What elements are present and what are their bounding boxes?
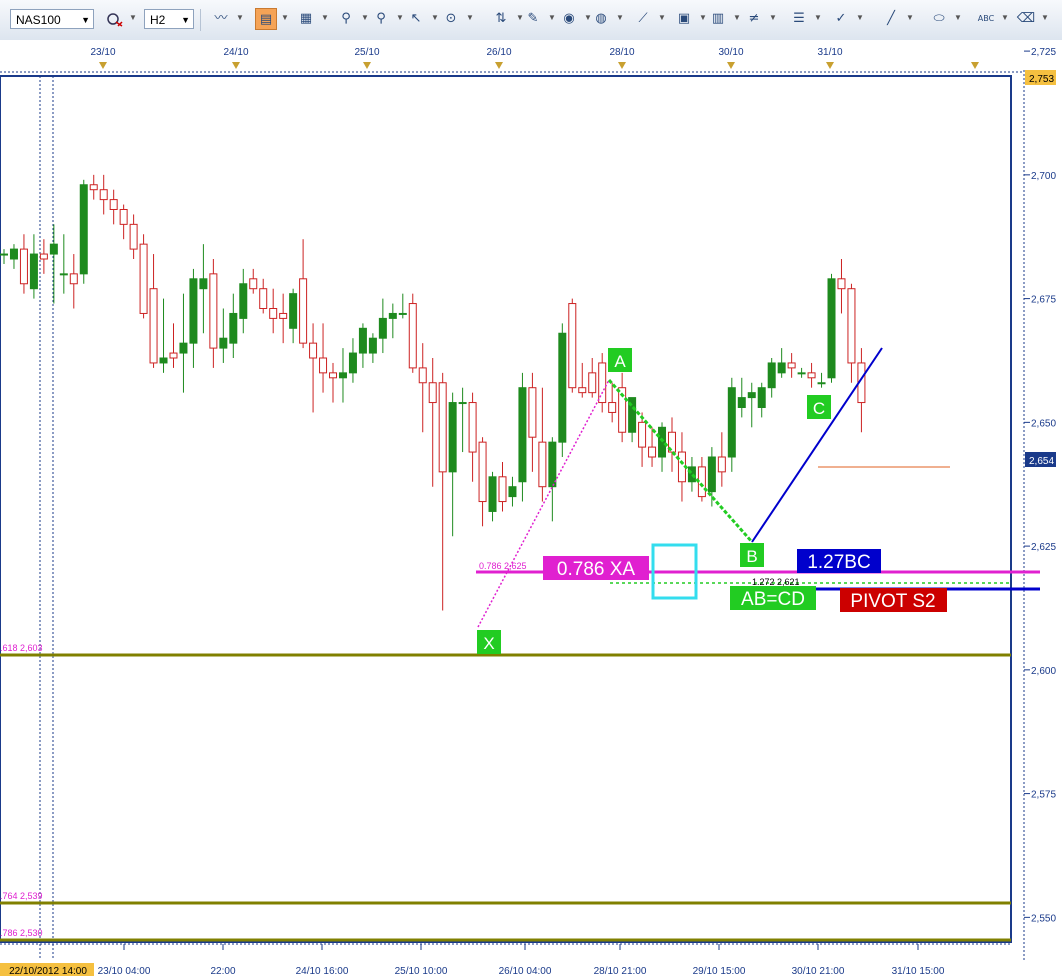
current-price: 2,654 bbox=[1029, 456, 1054, 467]
chevron-down-icon[interactable]: ▼ bbox=[1001, 13, 1009, 22]
price-tick-label: 2,700 bbox=[1031, 171, 1056, 182]
symbol-value: NAS100 bbox=[16, 13, 61, 27]
candle bbox=[518, 372, 527, 502]
price-tick-label: 2,675 bbox=[1031, 295, 1056, 306]
fib-1272-small-label: 1.272 2,621 bbox=[752, 577, 800, 587]
pen-icon[interactable]: ✓ bbox=[830, 8, 852, 30]
fib-786-left-label: .786 2,530 bbox=[0, 928, 43, 938]
candle-chart-icon[interactable]: ▦ bbox=[295, 8, 317, 30]
fan-icon[interactable]: ≠ bbox=[743, 8, 765, 30]
candle bbox=[79, 179, 88, 284]
eraser-icon[interactable]: ⌫ bbox=[1015, 8, 1037, 30]
price-chart[interactable]: 23/10 24/10 25/10 26/10 28/10 30/10 31/10 2,75… bbox=[0, 40, 1062, 976]
candle bbox=[408, 293, 417, 373]
top-date-label: 23/10 bbox=[90, 47, 115, 58]
timeframe-value: H2 bbox=[150, 13, 166, 27]
chevron-down-icon[interactable]: ▼ bbox=[906, 13, 914, 22]
chevron-down-icon[interactable]: ▼ bbox=[129, 13, 137, 22]
fib-764-left-label: .764 2,539 bbox=[0, 891, 43, 901]
text-abc-icon[interactable]: ABC bbox=[975, 8, 997, 30]
candle bbox=[558, 323, 567, 457]
time-label: 26/10 04:00 bbox=[499, 966, 552, 976]
chevron-down-icon[interactable]: ▼ bbox=[954, 13, 962, 22]
timeframe-select[interactable]: H2 ▼ bbox=[144, 9, 194, 29]
symbol-select[interactable]: NAS100 ▼ bbox=[10, 9, 94, 29]
chevron-down-icon: ▼ bbox=[181, 15, 190, 25]
ruler-icon[interactable]: ⟋ bbox=[632, 8, 654, 30]
chevron-down-icon[interactable]: ▼ bbox=[733, 13, 741, 22]
price-tick-label: 2,550 bbox=[1031, 913, 1056, 924]
price-tick-label: 2,650 bbox=[1031, 418, 1056, 429]
chevron-down-icon[interactable]: ▼ bbox=[236, 13, 244, 22]
point-a-label: A bbox=[614, 352, 626, 371]
price-tick-label: 2,575 bbox=[1031, 790, 1056, 801]
top-date-label: 26/10 bbox=[486, 47, 511, 58]
chevron-down-icon[interactable]: ▼ bbox=[321, 13, 329, 22]
price-tick-label: 2,725 bbox=[1031, 47, 1056, 58]
cursor-icon[interactable]: ↖ bbox=[405, 8, 427, 30]
time-label: 28/10 21:00 bbox=[594, 966, 647, 976]
candle bbox=[139, 234, 148, 319]
time-label: 24/10 16:00 bbox=[296, 966, 349, 976]
time-label: 25/10 10:00 bbox=[395, 966, 448, 976]
candle bbox=[827, 273, 836, 383]
top-date-scale bbox=[0, 40, 1024, 62]
globe-icon[interactable]: ◍ bbox=[590, 8, 612, 30]
pivot-label: PIVOT S2 bbox=[850, 591, 935, 612]
eye-icon[interactable]: ◉ bbox=[558, 8, 580, 30]
line-chart-icon[interactable]: 〰 bbox=[210, 8, 232, 30]
time-label: 30/10 21:00 bbox=[792, 966, 845, 976]
image-icon[interactable]: ▣ bbox=[673, 8, 695, 30]
top-date-label: 25/10 bbox=[354, 47, 379, 58]
time-label: 22/10/2012 14:00 bbox=[9, 966, 87, 976]
top-date-label: 24/10 bbox=[223, 47, 248, 58]
bar-chart-icon[interactable]: ▤ bbox=[255, 8, 277, 30]
toolbar-divider bbox=[200, 9, 201, 31]
chevron-down-icon[interactable]: ▼ bbox=[769, 13, 777, 22]
chevron-down-icon[interactable]: ▼ bbox=[281, 13, 289, 22]
trend-line-icon[interactable]: ╱ bbox=[880, 8, 902, 30]
indicators-icon[interactable]: ⇅ bbox=[490, 8, 512, 30]
chart-window-icon[interactable]: ▥ bbox=[707, 8, 729, 30]
fib-786-small-label: 0.786 2,625 bbox=[479, 561, 527, 571]
time-label: 22:00 bbox=[210, 966, 235, 976]
chevron-down-icon[interactable]: ▼ bbox=[431, 13, 439, 22]
price-tick-label: 2,625 bbox=[1031, 542, 1056, 553]
ellipse-icon[interactable]: ⬭ bbox=[928, 8, 950, 30]
chevron-down-icon[interactable]: ▼ bbox=[396, 13, 404, 22]
magnify-icon[interactable]: ⊙ bbox=[440, 8, 462, 30]
chevron-down-icon[interactable]: ▼ bbox=[361, 13, 369, 22]
chevron-down-icon[interactable]: ▼ bbox=[658, 13, 666, 22]
zoom-in-icon[interactable]: ⚲ bbox=[335, 8, 357, 30]
abcd-label: AB=CD bbox=[741, 589, 805, 610]
xa-label: 0.786 XA bbox=[557, 559, 635, 580]
price-tick-label: 2,600 bbox=[1031, 666, 1056, 677]
top-date-label: 31/10 bbox=[817, 47, 842, 58]
chevron-down-icon[interactable]: ▼ bbox=[548, 13, 556, 22]
top-date-label: 30/10 bbox=[718, 47, 743, 58]
candle bbox=[568, 298, 577, 393]
point-b-label: B bbox=[746, 547, 757, 566]
time-label: 31/10 15:00 bbox=[892, 966, 945, 976]
fib-levels-icon[interactable]: ☰ bbox=[788, 8, 810, 30]
crosshair-link-icon[interactable] bbox=[104, 8, 126, 30]
fib-618-left-label: .618 2,603 bbox=[0, 643, 43, 653]
time-label: 29/10 15:00 bbox=[693, 966, 746, 976]
point-c-label: C bbox=[813, 399, 825, 418]
chevron-down-icon[interactable]: ▼ bbox=[466, 13, 474, 22]
chevron-down-icon[interactable]: ▼ bbox=[616, 13, 624, 22]
time-label: 23/10 04:00 bbox=[98, 966, 151, 976]
point-x-label: X bbox=[483, 634, 494, 653]
chevron-down-icon[interactable]: ▼ bbox=[1041, 13, 1049, 22]
main-toolbar: NAS100 ▼ ▼ H2 ▼ 〰 ▼ ▤ ▼ ▦ ▼ ⚲ ▼ ⚲ ▼ ↖ ▼ ⊙ ▼ ⇅ ▼ ✎ ▼ ◉ ▼ ◍ ▼ ⟋ ▼… bbox=[0, 0, 1062, 41]
chevron-down-icon[interactable]: ▼ bbox=[856, 13, 864, 22]
chevron-down-icon: ▼ bbox=[81, 15, 90, 25]
bc-label: 1.27BC bbox=[807, 552, 870, 573]
current-top-price: 2,753 bbox=[1029, 74, 1054, 85]
template-icon[interactable]: ✎ bbox=[522, 8, 544, 30]
chevron-down-icon[interactable]: ▼ bbox=[814, 13, 822, 22]
top-date-label: 28/10 bbox=[609, 47, 634, 58]
zoom-out-icon[interactable]: ⚲ bbox=[370, 8, 392, 30]
chevron-down-icon[interactable]: ▼ bbox=[699, 13, 707, 22]
